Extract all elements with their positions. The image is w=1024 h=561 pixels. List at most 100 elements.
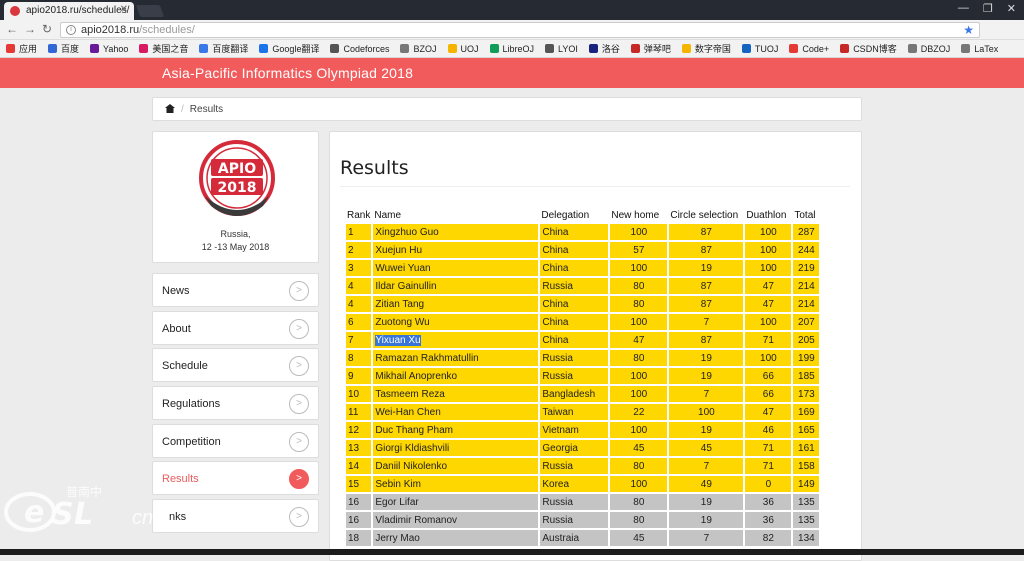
bookmark-label: UOJ (460, 43, 479, 54)
chevron-right-icon: > (289, 432, 309, 452)
chevron-right-icon: > (289, 281, 309, 301)
bookmark-item[interactable]: LYOI (545, 44, 578, 54)
cell-name: Sebin Kim (373, 476, 539, 492)
bookmark-favicon-icon (961, 44, 971, 53)
bookmark-item[interactable]: BZOJ (400, 44, 437, 54)
home-icon[interactable] (165, 104, 175, 113)
chevron-right-icon: > (289, 507, 309, 527)
bookmark-item[interactable]: DBZOJ (907, 44, 950, 54)
bookmark-item[interactable]: 美国之音 (139, 42, 188, 55)
cell-rank: 3 (346, 260, 372, 276)
event-dates: 12 -13 May 2018 (201, 242, 270, 252)
reload-icon[interactable]: ↻ (42, 22, 52, 36)
table-row: 16 Vladimir Romanov Russia 80 19 36 135 (346, 512, 820, 528)
cell-total: 134 (793, 530, 820, 546)
cell-circle: 87 (669, 224, 744, 240)
bookmark-label: 洛谷 (601, 44, 620, 54)
site-title[interactable]: Asia-Pacific Informatics Olympiad 2018 (162, 65, 413, 81)
minimize-icon[interactable]: — (958, 2, 969, 15)
bookmark-item[interactable]: LaTex (961, 44, 998, 54)
bookmark-item[interactable]: Codeforces (330, 44, 389, 54)
table-row: 16 Egor Lifar Russia 80 19 36 135 (346, 494, 820, 510)
bookmark-favicon-icon (840, 44, 850, 53)
table-row: 10 Tasmeem Reza Bangladesh 100 7 66 173 (346, 386, 820, 402)
bookmark-item[interactable]: CSDN博客 (840, 42, 897, 55)
taskbar (0, 549, 1024, 555)
cell-delegation: China (540, 314, 609, 330)
cell-total: 244 (793, 242, 820, 258)
window-controls: — ❐ ✕ (958, 2, 1016, 15)
cell-name: Vladimir Romanov (373, 512, 539, 528)
bookmark-item[interactable]: Code+ (789, 44, 829, 54)
site-header: Asia-Pacific Informatics Olympiad 2018 (0, 58, 1024, 88)
cell-rank: 4 (346, 278, 372, 294)
nav-label: Schedule (162, 360, 208, 372)
cell-name: Xingzhuo Guo (373, 224, 539, 240)
bookmark-item[interactable]: 百度翻译 (199, 42, 248, 55)
bookmark-favicon-icon (545, 44, 555, 53)
bookmark-label: 数字帝国 (694, 44, 731, 54)
bookmark-label: Yahoo (103, 43, 129, 54)
nav-label: About (162, 323, 191, 335)
bookmark-label: Codeforces (343, 43, 390, 54)
cell-rank: 10 (346, 386, 372, 402)
cell-rank: 9 (346, 368, 372, 384)
bookmark-item[interactable]: 数字帝国 (681, 42, 731, 55)
url-input[interactable]: i apio2018.ru/schedules/ ★ (60, 22, 980, 38)
nav-about[interactable]: About > (152, 311, 319, 345)
bookmark-favicon-icon (259, 44, 269, 53)
results-panel: Results Rank Name Delegation New home Ci… (329, 131, 862, 561)
apps-grid-icon (6, 44, 15, 53)
nav-regulations[interactable]: Regulations > (152, 386, 319, 420)
bookmark-item[interactable]: TUOJ (741, 44, 778, 54)
cell-total: 219 (793, 260, 820, 276)
cell-circle: 7 (669, 314, 744, 330)
cell-rank: 6 (346, 314, 372, 330)
cell-delegation: Russia (540, 494, 609, 510)
tab-title: apio2018.ru/schedules/ (26, 5, 130, 16)
bookmark-star-icon[interactable]: ★ (963, 23, 974, 37)
bookmark-item[interactable]: 百度 (48, 42, 79, 55)
selected-text: Yixuan Xu (375, 334, 421, 346)
column-header: New home (611, 209, 660, 221)
new-tab-button[interactable] (135, 5, 165, 17)
bookmark-item[interactable]: 应用 (6, 42, 37, 55)
cell-total: 169 (793, 404, 820, 420)
cell-new-home: 80 (610, 494, 668, 510)
cell-rank: 12 (346, 422, 372, 438)
bookmark-label: LaTex (974, 43, 999, 54)
bookmark-label: 应用 (19, 44, 38, 54)
cell-rank: 8 (346, 350, 372, 366)
bookmark-item[interactable]: LibreOJ (489, 44, 534, 54)
nav-news[interactable]: News > (152, 273, 319, 307)
chevron-right-icon: > (289, 319, 309, 339)
bookmark-item[interactable]: Google翻译 (259, 42, 319, 55)
maximize-icon[interactable]: ❐ (983, 2, 993, 15)
location-country: Russia, (220, 229, 251, 239)
chevron-right-icon: > (289, 356, 309, 376)
cell-new-home: 100 (610, 386, 668, 402)
watermark-text-url: cn (132, 507, 153, 529)
cell-total: 199 (793, 350, 820, 366)
back-icon[interactable]: ← (6, 22, 18, 36)
forward-icon[interactable]: → (24, 22, 36, 36)
nav-schedule[interactable]: Schedule > (152, 348, 319, 382)
bookmark-item[interactable]: UOJ (447, 43, 479, 54)
column-header: Rank (347, 209, 371, 221)
bookmark-item[interactable]: Yahoo (90, 44, 128, 54)
cell-total: 158 (793, 458, 820, 474)
bookmark-item[interactable]: 弹琴吧 (630, 42, 671, 55)
bookmark-favicon-icon (447, 44, 457, 53)
info-icon[interactable]: i (66, 25, 76, 35)
cell-name: Ildar Gainullin (373, 278, 539, 294)
breadcrumb-current: Results (189, 104, 224, 115)
nav-competition[interactable]: Competition > (152, 424, 319, 458)
close-window-icon[interactable]: ✕ (1007, 2, 1016, 15)
cell-duathlon: 47 (745, 278, 792, 294)
cell-circle: 87 (669, 278, 744, 294)
bookmark-item[interactable]: 洛谷 (588, 42, 620, 55)
browser-tab[interactable]: apio2018.ru/schedules/ ✕ (4, 2, 134, 20)
divider (340, 186, 850, 187)
cell-new-home: 47 (610, 332, 668, 348)
close-tab-icon[interactable]: ✕ (120, 4, 128, 15)
